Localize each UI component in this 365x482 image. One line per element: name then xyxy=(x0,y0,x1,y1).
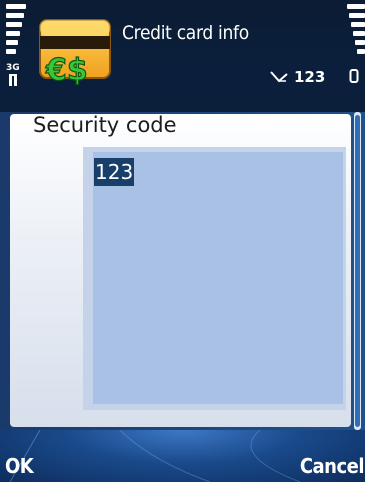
indicator-value: 123 xyxy=(294,68,326,86)
app-title: Credit card info xyxy=(122,22,249,44)
data-connection-icon xyxy=(9,74,17,86)
pen-input-icon xyxy=(270,71,288,83)
security-code-value[interactable]: 123 xyxy=(94,158,135,186)
status-indicators: 123 xyxy=(270,68,325,86)
network-type-label: 3G xyxy=(6,63,20,73)
keypad-lock-icon xyxy=(349,69,359,83)
ok-softkey[interactable]: OK xyxy=(5,454,34,478)
currency-icon-text: €$ xyxy=(45,53,88,86)
security-code-label: Security code xyxy=(33,113,177,137)
security-code-input-area[interactable] xyxy=(93,152,343,404)
status-bar: 3G €$ Credit card info 123 xyxy=(0,0,365,112)
phone-screen: 3G €$ Credit card info 123 Security code… xyxy=(0,0,365,482)
cancel-softkey[interactable]: Cancel xyxy=(300,454,365,478)
credit-card-app-icon: €$ xyxy=(39,19,111,86)
scrollbar-thumb[interactable] xyxy=(355,115,360,427)
